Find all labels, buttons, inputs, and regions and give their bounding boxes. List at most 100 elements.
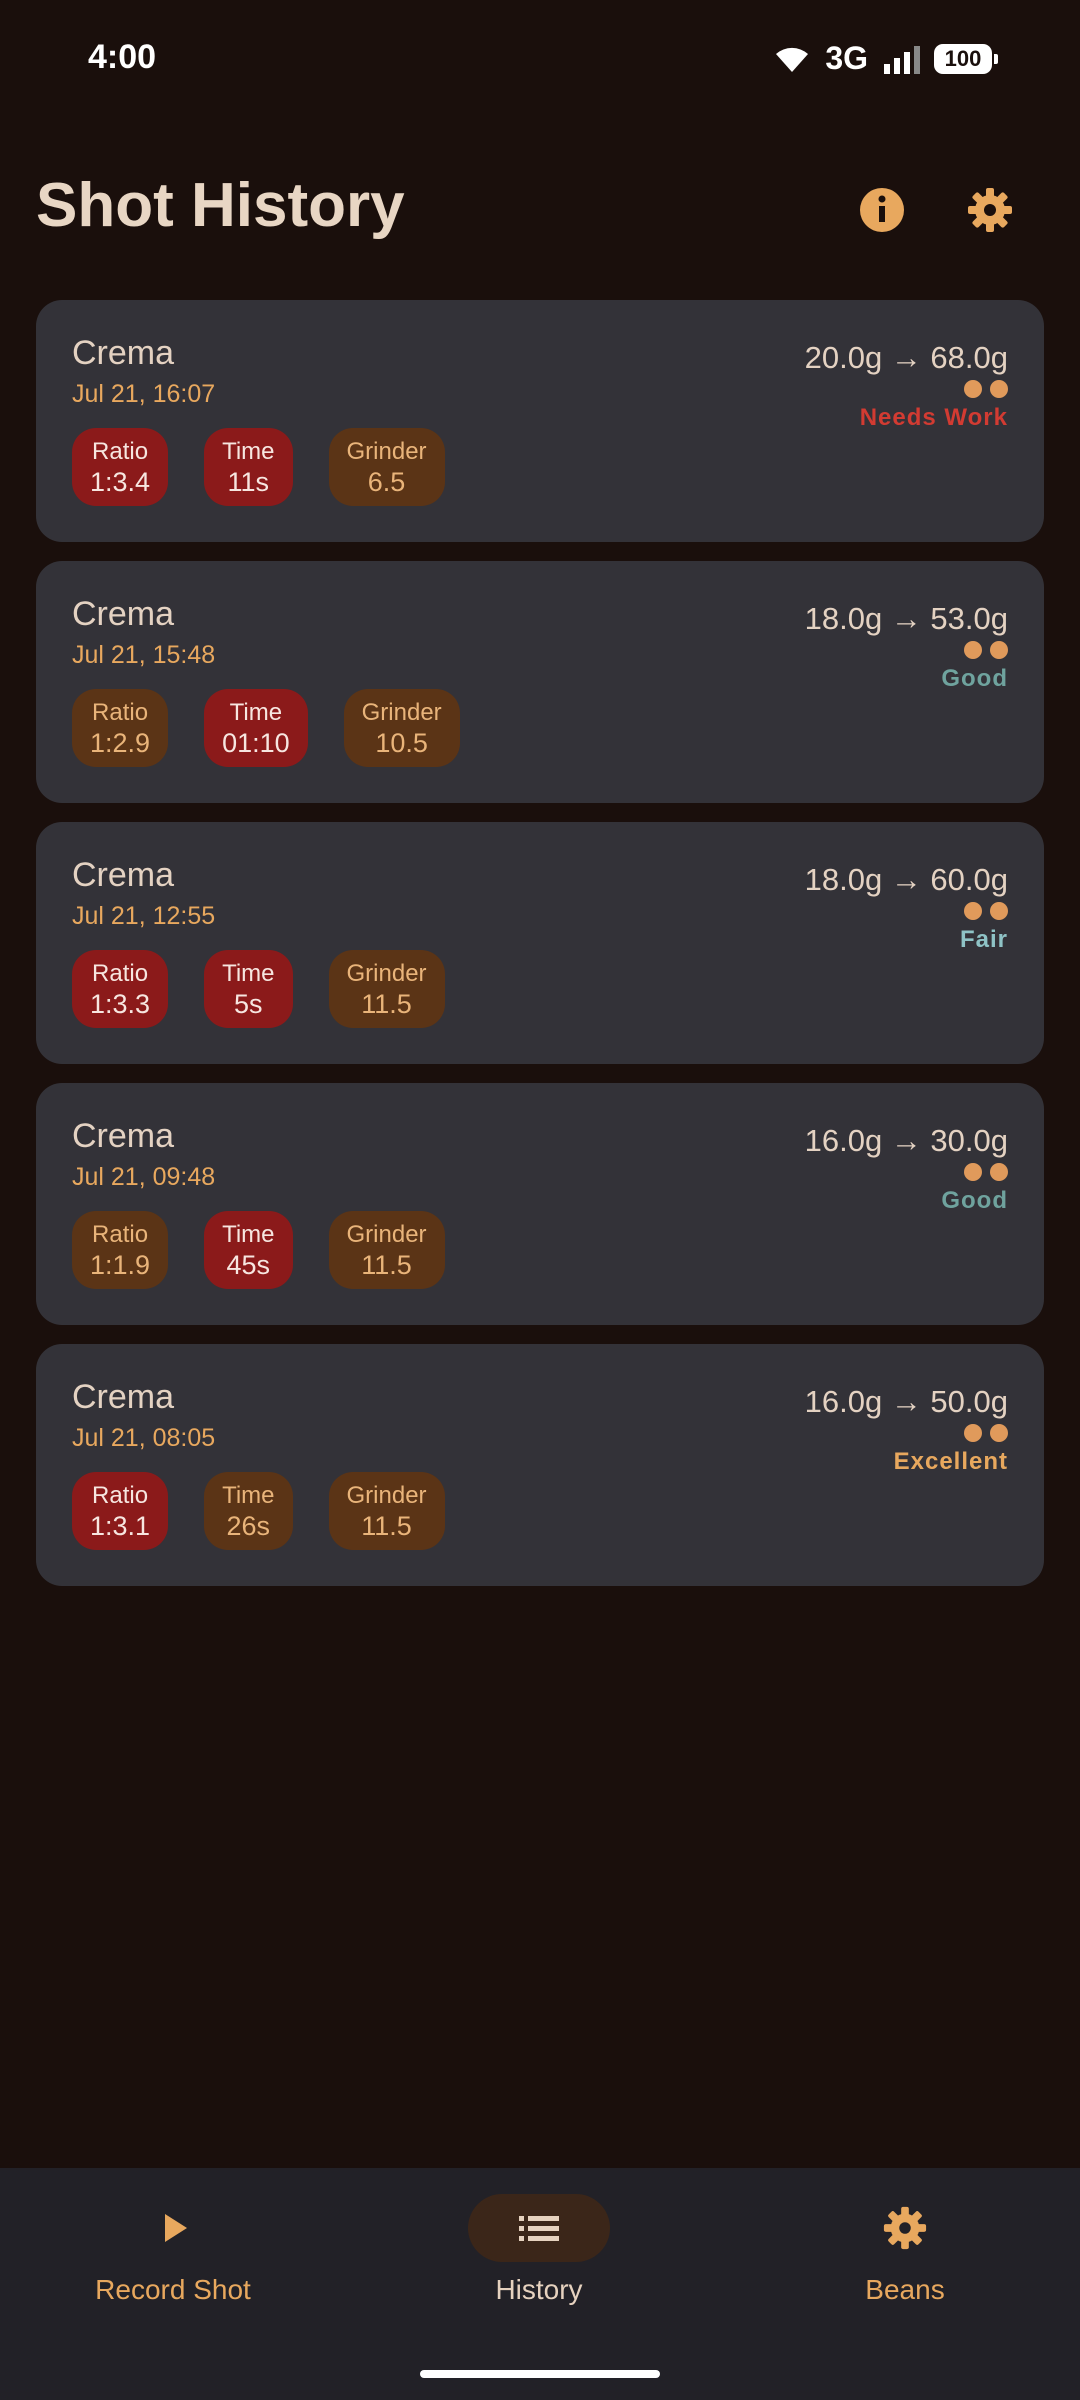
- chip-label: Grinder: [346, 960, 427, 987]
- shot-metrics: Ratio 1:3.1 Time 26s Grinder 11.5: [72, 1472, 445, 1550]
- time-chip: Time 11s: [204, 428, 293, 506]
- dot-icon: [990, 902, 1008, 920]
- dose-yield: 16.0g → 30.0g: [804, 1123, 1008, 1158]
- shot-rating: Good: [941, 1187, 1008, 1214]
- roast-dots: [964, 380, 1008, 398]
- bean-name: Crema: [72, 595, 175, 633]
- chip-label: Grinder: [346, 438, 427, 465]
- chip-label: Ratio: [92, 1221, 149, 1248]
- shot-list: Crema Jul 21, 16:07 20.0g → 68.0g Needs …: [36, 300, 1044, 1605]
- chip-value: 6.5: [367, 467, 406, 497]
- chip-value: 26s: [226, 1511, 271, 1541]
- roast-dots: [964, 902, 1008, 920]
- shot-card[interactable]: Crema Jul 21, 16:07 20.0g → 68.0g Needs …: [36, 300, 1044, 542]
- grinder-chip: Grinder 6.5: [328, 428, 445, 506]
- dot-icon: [964, 902, 982, 920]
- chip-label: Time: [222, 960, 275, 987]
- chip-value: 1:3.3: [90, 989, 151, 1019]
- dot-icon: [964, 380, 982, 398]
- home-indicator[interactable]: [420, 2370, 660, 2378]
- grinder-chip: Grinder 11.5: [328, 1472, 445, 1550]
- time-chip: Time 45s: [204, 1211, 293, 1289]
- shot-date: Jul 21, 15:48: [72, 641, 216, 669]
- chip-label: Time: [222, 438, 275, 465]
- nav-label: Beans: [865, 2274, 945, 2305]
- chip-value: 01:10: [222, 728, 290, 758]
- dot-icon: [964, 1163, 982, 1181]
- shot-card[interactable]: Crema Jul 21, 15:48 18.0g → 53.0g Good R…: [36, 561, 1044, 803]
- time-chip: Time 26s: [204, 1472, 293, 1550]
- chip-value: 1:1.9: [90, 1250, 151, 1280]
- nav-icon-container: [834, 2194, 976, 2262]
- nav-icon-container: [102, 2194, 244, 2262]
- chip-value: 11.5: [361, 1250, 412, 1280]
- roast-dots: [964, 641, 1008, 659]
- shot-rating: Needs Work: [859, 404, 1008, 431]
- ratio-chip: Ratio 1:3.1: [72, 1472, 169, 1550]
- chip-label: Time: [222, 1221, 275, 1248]
- dose-yield: 20.0g → 68.0g: [804, 340, 1008, 375]
- shot-metrics: Ratio 1:3.4 Time 11s Grinder 6.5: [72, 428, 445, 506]
- info-icon: [860, 188, 904, 232]
- roast-dots: [964, 1163, 1008, 1181]
- settings-button[interactable]: [960, 180, 1020, 240]
- ratio-chip: Ratio 1:3.3: [72, 950, 169, 1028]
- chip-value: 11.5: [361, 989, 412, 1019]
- chip-value: 1:3.4: [90, 467, 151, 497]
- dose-yield: 16.0g → 50.0g: [804, 1384, 1008, 1419]
- chip-value: 10.5: [375, 728, 428, 758]
- chip-label: Time: [229, 699, 283, 726]
- dot-icon: [964, 1424, 982, 1442]
- shot-rating: Excellent: [893, 1448, 1008, 1475]
- chip-label: Ratio: [92, 960, 149, 987]
- signal-icon: [884, 45, 920, 74]
- dose-yield: 18.0g → 60.0g: [804, 862, 1008, 897]
- bottom-nav: Record Shot History Beans: [0, 2168, 1080, 2400]
- wifi-icon: [776, 47, 809, 72]
- grinder-chip: Grinder 10.5: [343, 689, 460, 767]
- play-icon: [165, 2214, 187, 2242]
- grinder-chip: Grinder 11.5: [328, 1211, 445, 1289]
- shot-card[interactable]: Crema Jul 21, 09:48 16.0g → 30.0g Good R…: [36, 1083, 1044, 1325]
- nav-label: Record Shot: [95, 2274, 251, 2305]
- chip-value: 1:2.9: [90, 728, 151, 758]
- chip-value: 11s: [227, 467, 270, 497]
- dose-yield: 18.0g → 53.0g: [804, 601, 1008, 636]
- bean-name: Crema: [72, 1117, 175, 1155]
- bean-name: Crema: [72, 334, 175, 372]
- status-icons: 3G 100: [773, 40, 998, 77]
- nav-record-shot[interactable]: Record Shot: [23, 2194, 323, 2306]
- list-icon: [519, 2216, 559, 2241]
- chip-value: 5s: [234, 989, 263, 1019]
- grinder-chip: Grinder 11.5: [328, 950, 445, 1028]
- dot-icon: [964, 641, 982, 659]
- chip-label: Grinder: [346, 1482, 427, 1509]
- nav-label: History: [495, 2274, 583, 2305]
- roast-dots: [964, 1424, 1008, 1442]
- chip-label: Ratio: [92, 1482, 149, 1509]
- shot-date: Jul 21, 08:05: [72, 1424, 216, 1452]
- chip-label: Ratio: [92, 438, 149, 465]
- nav-beans[interactable]: Beans: [755, 2194, 1055, 2306]
- shot-date: Jul 21, 16:07: [72, 380, 216, 408]
- status-bar: 4:00 3G 100: [0, 0, 1080, 120]
- gear-icon: [968, 188, 1012, 232]
- shot-card[interactable]: Crema Jul 21, 12:55 18.0g → 60.0g Fair R…: [36, 822, 1044, 1064]
- nav-history[interactable]: History: [389, 2194, 689, 2306]
- info-button[interactable]: [852, 180, 912, 240]
- bean-name: Crema: [72, 1378, 175, 1416]
- time-chip: Time 01:10: [204, 689, 308, 767]
- dot-icon: [990, 1424, 1008, 1442]
- network-type: 3G: [825, 40, 868, 76]
- nav-icon-container: [468, 2194, 610, 2262]
- shot-metrics: Ratio 1:3.3 Time 5s Grinder 11.5: [72, 950, 445, 1028]
- ratio-chip: Ratio 1:2.9: [72, 689, 169, 767]
- chip-value: 45s: [226, 1250, 271, 1280]
- chip-label: Ratio: [92, 699, 149, 726]
- dot-icon: [990, 380, 1008, 398]
- chip-label: Grinder: [346, 1221, 427, 1248]
- battery-icon: 100: [934, 43, 998, 74]
- shot-card[interactable]: Crema Jul 21, 08:05 16.0g → 50.0g Excell…: [36, 1344, 1044, 1586]
- shot-date: Jul 21, 09:48: [72, 1163, 216, 1191]
- status-time: 4:00: [88, 38, 157, 76]
